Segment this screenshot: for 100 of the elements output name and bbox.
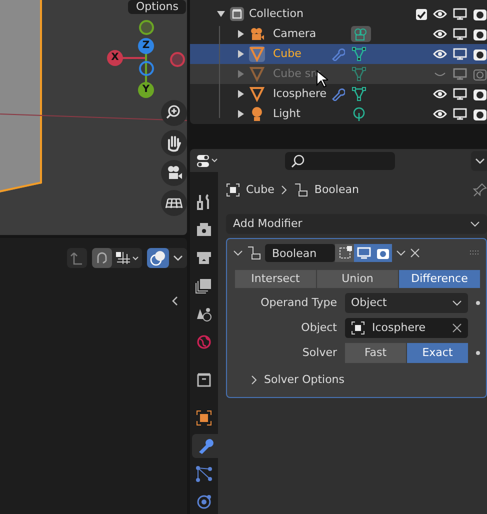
edit-mode-icon <box>338 246 352 260</box>
solver-option[interactable]: Exact <box>407 343 468 363</box>
triangle-right-icon[interactable] <box>236 50 244 58</box>
world-icon <box>195 333 213 351</box>
mesh-icon <box>249 46 265 62</box>
outliner-row[interactable]: Collection <box>190 4 487 24</box>
check-icon <box>417 10 426 18</box>
monitor-icon[interactable] <box>453 7 467 21</box>
pin-icon <box>473 183 487 197</box>
mesh-data-icon <box>351 86 367 102</box>
add-modifier-dropdown[interactable]: Add Modifier <box>226 214 487 234</box>
outliner-label: Light <box>273 106 300 120</box>
chevron-icon[interactable] <box>396 248 406 258</box>
object-icon <box>226 183 240 197</box>
operation-tab[interactable]: Intersect <box>235 270 316 288</box>
keyframe-dot <box>476 301 480 305</box>
operation-tab[interactable]: Difference <box>399 270 480 288</box>
render-icon <box>376 246 390 260</box>
eye-icon[interactable] <box>433 47 447 61</box>
light-data-icon <box>351 106 367 122</box>
outliner-row[interactable]: Camera <box>190 24 487 44</box>
render-toggle[interactable] <box>373 244 392 262</box>
search-field[interactable] <box>285 152 395 170</box>
grid-button[interactable] <box>161 190 187 216</box>
pivot-icon <box>70 251 84 265</box>
scene-icon <box>195 305 213 323</box>
edit-mode-toggle[interactable] <box>335 244 354 262</box>
search-icon <box>291 154 305 168</box>
solver-option[interactable]: Fast <box>345 343 406 363</box>
snap-button[interactable] <box>92 248 112 268</box>
breadcrumb-item: Cube <box>246 182 274 198</box>
outliner-label: Icosphere <box>273 86 327 100</box>
axis-negative-handle[interactable] <box>139 20 154 35</box>
drag-handle-icon[interactable] <box>470 250 480 256</box>
object-icon <box>195 409 213 427</box>
collection-icon <box>229 6 245 22</box>
operation-tab[interactable]: Union <box>317 270 398 288</box>
render-camera-icon[interactable] <box>473 47 487 61</box>
operand-type-dropdown[interactable]: Object <box>345 293 468 313</box>
hand-button[interactable] <box>161 130 187 156</box>
axis-handle[interactable]: X <box>107 50 123 66</box>
mesh-icon <box>249 66 265 82</box>
outliner-row[interactable]: Cube <box>190 44 487 64</box>
options-dropdown[interactable] <box>471 150 487 170</box>
triangle-down-icon <box>216 10 224 18</box>
triangle-right-icon[interactable] <box>236 30 244 38</box>
keyframe-dot <box>476 351 480 355</box>
close-icon[interactable] <box>410 248 420 258</box>
axis-negative-handle[interactable] <box>139 61 154 76</box>
outliner-row[interactable]: Light <box>190 104 487 124</box>
triangle-right-icon[interactable] <box>236 110 244 118</box>
mesh-icon <box>249 86 265 102</box>
eye-icon[interactable] <box>433 27 447 41</box>
properties-tab[interactable] <box>192 434 218 458</box>
options-button[interactable]: Options <box>128 0 186 14</box>
breadcrumb-item: Boolean <box>314 182 359 198</box>
light-icon <box>249 106 265 122</box>
overlay-toggle[interactable] <box>147 248 169 268</box>
render-camera-icon[interactable] <box>473 87 487 101</box>
snap-grid-icon <box>115 251 139 265</box>
render-camera-icon[interactable] <box>473 7 487 21</box>
axis-handle[interactable]: Z <box>138 38 154 54</box>
outliner-row[interactable]: Icosphere <box>190 84 487 104</box>
render-camera-icon[interactable] <box>473 107 487 121</box>
zoom-button[interactable] <box>161 100 187 126</box>
chevron-down-icon[interactable] <box>233 248 243 258</box>
monitor-icon[interactable] <box>453 47 467 61</box>
triangle-right-icon[interactable] <box>236 90 244 98</box>
physics-icon <box>195 493 213 511</box>
chevron-right-icon <box>280 185 288 195</box>
particles-icon <box>195 465 213 483</box>
object-icon <box>351 321 365 335</box>
modifier-icon <box>294 183 308 197</box>
axis-negative-handle[interactable] <box>170 52 185 67</box>
axis-handle[interactable]: Y <box>138 82 154 98</box>
object-field[interactable]: Icosphere <box>345 318 468 338</box>
eye-icon[interactable] <box>433 107 447 121</box>
solver-options-subpanel[interactable]: Solver Options <box>250 372 345 388</box>
outliner-label: Camera <box>273 26 316 40</box>
transform-pivot-button[interactable] <box>67 248 87 268</box>
clear-icon[interactable] <box>452 323 462 333</box>
field-label: Solver <box>301 344 338 361</box>
editor-type-icon <box>197 154 219 168</box>
monitor-icon[interactable] <box>453 27 467 41</box>
viewport-icon <box>356 246 370 260</box>
camera-button[interactable] <box>161 160 187 186</box>
render-camera-icon[interactable] <box>473 27 487 41</box>
render-icon <box>195 221 213 239</box>
mesh-data-icon <box>351 66 367 82</box>
monitor-icon[interactable] <box>453 107 467 121</box>
viewport-toggle[interactable] <box>354 244 373 262</box>
chevron-icon <box>452 298 462 308</box>
monitor-icon[interactable] <box>453 87 467 101</box>
collection-icon <box>195 371 213 389</box>
eye-icon[interactable] <box>433 7 447 21</box>
mesh-data-icon <box>351 46 367 62</box>
eye-icon[interactable] <box>433 87 447 101</box>
exclude-checkbox[interactable] <box>416 8 427 20</box>
chevron-right-icon <box>250 375 258 386</box>
modifier-name-field[interactable]: Boolean <box>265 244 335 262</box>
